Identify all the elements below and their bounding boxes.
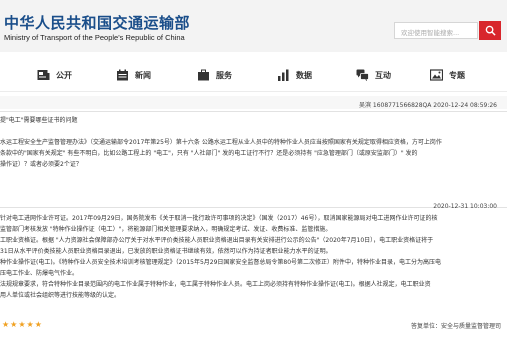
question-body: 提"电工"需要哪些证书的问题 水运工程安全生产监督管理办法》（交通运输部令201… bbox=[0, 115, 505, 170]
search-button[interactable] bbox=[479, 21, 501, 40]
answer-line: 31日从水平评价类技能人员职业资格目录退出，已发放的职业资格证书继续有效，依然可… bbox=[0, 248, 332, 255]
question-line: 条款中的"国家有关规定" 有些不明白，比如公路工程上的 "电工"，只有 "人社部… bbox=[0, 150, 418, 157]
question-line: 水运工程安全生产监督管理办法》（交通运输部令2017年第25号）第十六条 公路水… bbox=[0, 139, 442, 146]
nav-item-news[interactable]: 新闻 bbox=[116, 67, 151, 83]
site-title[interactable]: 中华人民共和国交通运输部 bbox=[4, 12, 190, 33]
answer-line: 法规规章要求，符合特种作业目录范围内的电工作业属于特种作业，电工属于特种作业人员… bbox=[0, 281, 431, 288]
search-input[interactable]: 欢迎使用智能搜索... bbox=[394, 22, 478, 39]
answer-body: 针对电工进网作业许可证。2017年09月29日，国务院发布《关于取消一批行政许可… bbox=[0, 213, 505, 301]
briefcase-icon bbox=[198, 69, 209, 81]
chat-icon bbox=[356, 69, 369, 81]
question-line bbox=[0, 126, 505, 137]
answer-line: 工职业资格证。根据 "人力资源社会保障部办公厅关于对水平评价类技能人员职业资格退… bbox=[0, 237, 434, 244]
nav-item-service[interactable]: 服务 bbox=[197, 67, 232, 83]
newspaper-icon bbox=[37, 70, 50, 80]
answer-line: 种作业操作证(电工)。《特种作业人员安全技术培训考核管理规定》（2015年5月2… bbox=[0, 259, 442, 266]
nav-label-data: 数据 bbox=[296, 70, 312, 80]
nav-item-interaction[interactable]: 互动 bbox=[356, 67, 391, 83]
nav-label-public: 公开 bbox=[56, 70, 72, 80]
nav-label-interaction: 互动 bbox=[375, 70, 391, 80]
question-meta: 吴滨 1608771566828QA 2020-12-24 08:59:26 bbox=[359, 102, 497, 109]
answer-line: 针对电工进网作业许可证。2017年09月29日，国务院发布《关于取消一批行政许可… bbox=[0, 215, 438, 222]
site-subtitle: Ministry of Transport of the People's Re… bbox=[4, 33, 185, 42]
divider bbox=[0, 111, 507, 112]
main-nav: 公开 新闻 服务 数据 互动 专题 bbox=[0, 52, 507, 92]
image-icon bbox=[430, 69, 443, 81]
search-icon bbox=[485, 25, 496, 36]
reply-department: 答复单位：安全与质量监督管理司 bbox=[410, 323, 501, 330]
site-header: 中华人民共和国交通运输部 Ministry of Transport of th… bbox=[0, 0, 507, 52]
calendar-icon bbox=[117, 69, 128, 81]
question-line: 操作证）？或者必须要2个证？ bbox=[0, 161, 82, 168]
bar-chart-icon bbox=[278, 69, 289, 81]
nav-label-news: 新闻 bbox=[135, 70, 151, 80]
nav-label-service: 服务 bbox=[216, 70, 232, 80]
answer-meta: 2020-12-31 10:03:00 bbox=[433, 203, 497, 210]
answer-line: 压电工作业、防爆电气作业。 bbox=[0, 270, 79, 277]
question-title: 提"电工"需要哪些证书的问题 bbox=[0, 117, 78, 124]
answer-line: 用人单位或社会组织等进行技能等级的认定。 bbox=[0, 292, 121, 299]
answer-line: 监管部门考核发放 "特种作业操作证（电工）"，将能源部门相关管理要求纳入，明确规… bbox=[0, 226, 332, 233]
nav-item-data[interactable]: 数据 bbox=[277, 67, 312, 83]
nav-item-public[interactable]: 公开 bbox=[37, 67, 72, 83]
nav-label-topics: 专题 bbox=[449, 70, 465, 80]
answer-footer: ★★★★★ 答复单位：安全与质量监督管理司 bbox=[0, 320, 507, 332]
nav-item-topics[interactable]: 专题 bbox=[430, 67, 465, 83]
rating-stars[interactable]: ★★★★★ bbox=[2, 320, 43, 329]
